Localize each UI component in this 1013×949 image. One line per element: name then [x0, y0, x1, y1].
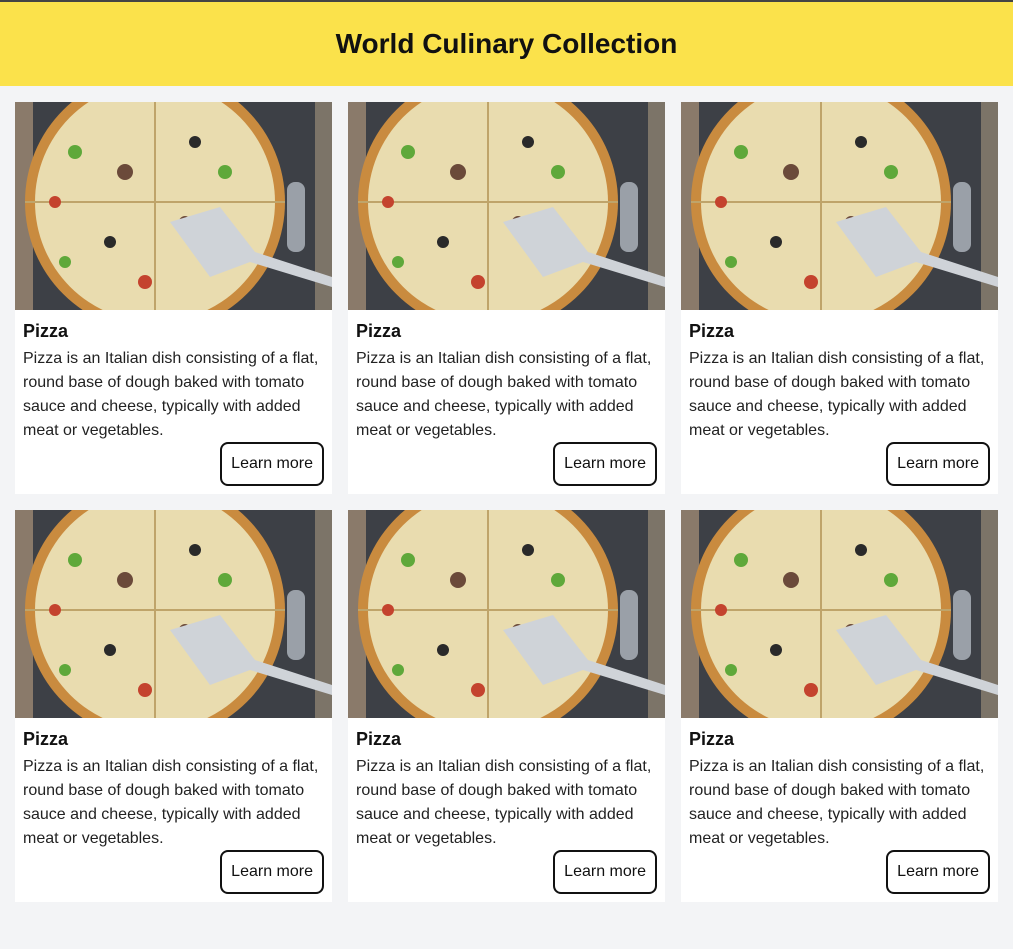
- card-description: Pizza is an Italian dish consisting of a…: [356, 758, 652, 847]
- card-title: Pizza: [689, 729, 735, 749]
- pizza-image: [15, 102, 332, 310]
- food-card: Pizza Pizza is an Italian dish consistin…: [348, 102, 665, 494]
- food-card: Pizza Pizza is an Italian dish consistin…: [15, 102, 332, 494]
- card-description: Pizza is an Italian dish consisting of a…: [689, 758, 985, 847]
- food-card: Pizza Pizza is an Italian dish consistin…: [681, 102, 998, 494]
- card-description: Pizza is an Italian dish consisting of a…: [689, 350, 985, 439]
- card-title: Pizza: [356, 321, 402, 341]
- food-card: Pizza Pizza is an Italian dish consistin…: [681, 510, 998, 902]
- card-description: Pizza is an Italian dish consisting of a…: [23, 350, 319, 439]
- pizza-image: [15, 510, 332, 718]
- learn-more-button[interactable]: Learn more: [220, 850, 324, 894]
- page-header: World Culinary Collection: [0, 2, 1013, 86]
- learn-more-button[interactable]: Learn more: [886, 850, 990, 894]
- card-title: Pizza: [356, 729, 402, 749]
- pizza-image: [681, 510, 998, 718]
- pizza-image: [681, 102, 998, 310]
- learn-more-button[interactable]: Learn more: [886, 442, 990, 486]
- card-grid: Pizza Pizza is an Italian dish consistin…: [15, 102, 998, 902]
- learn-more-button[interactable]: Learn more: [553, 850, 657, 894]
- card-description: Pizza is an Italian dish consisting of a…: [23, 758, 319, 847]
- pizza-image: [348, 510, 665, 718]
- food-card: Pizza Pizza is an Italian dish consistin…: [15, 510, 332, 902]
- pizza-image: [348, 102, 665, 310]
- card-title: Pizza: [23, 729, 69, 749]
- food-card: Pizza Pizza is an Italian dish consistin…: [348, 510, 665, 902]
- card-title: Pizza: [23, 321, 69, 341]
- card-description: Pizza is an Italian dish consisting of a…: [356, 350, 652, 439]
- learn-more-button[interactable]: Learn more: [220, 442, 324, 486]
- learn-more-button[interactable]: Learn more: [553, 442, 657, 486]
- page-title: World Culinary Collection: [335, 28, 678, 59]
- card-title: Pizza: [689, 321, 735, 341]
